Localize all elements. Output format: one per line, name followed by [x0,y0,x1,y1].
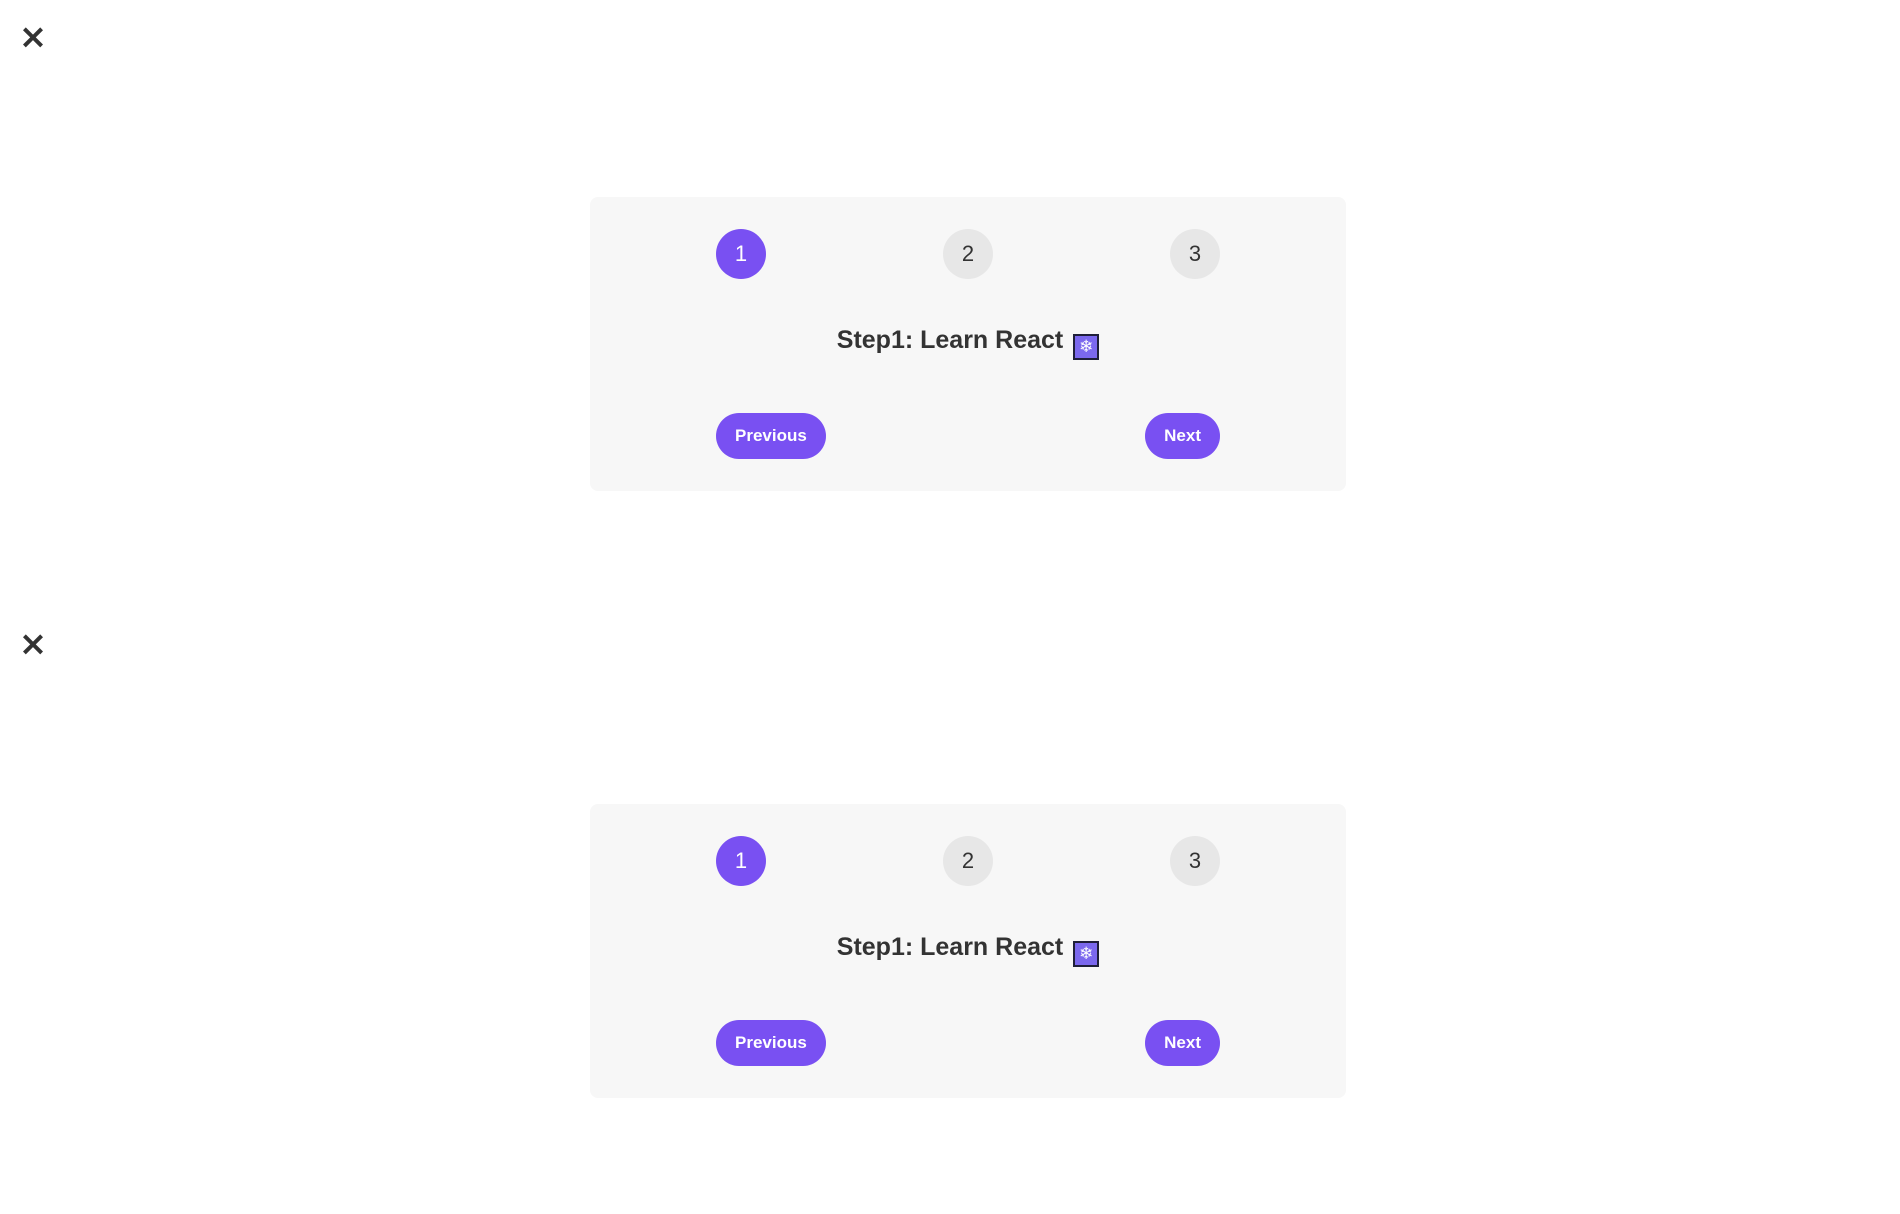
step-numbers: 1 2 3 [716,229,1220,279]
step-number-1[interactable]: 1 [716,836,766,886]
close-icon[interactable]: × [18,627,48,661]
step-number-2[interactable]: 2 [943,836,993,886]
next-button[interactable]: Next [1145,1020,1220,1066]
steps-card: 1 2 3 Step1: Learn React ❄ Previous Next [590,197,1346,491]
steps-card: 1 2 3 Step1: Learn React ❄ Previous Next [590,804,1346,1098]
close-icon[interactable]: × [18,20,48,54]
step-message-text: Step1: Learn React [836,326,1064,354]
react-atom-icon: ❄ [1073,334,1100,360]
next-button[interactable]: Next [1145,413,1220,459]
step-buttons: Previous Next [716,1020,1220,1066]
steps-section-1: × 1 2 3 Step1: Learn React ❄ Previous Nex… [0,0,1900,607]
step-numbers: 1 2 3 [716,836,1220,886]
step-number-3[interactable]: 3 [1170,229,1220,279]
react-atom-icon: ❄ [1073,941,1100,967]
step-message: Step1: Learn React ❄ [590,927,1346,967]
previous-button[interactable]: Previous [716,1020,826,1066]
previous-button[interactable]: Previous [716,413,826,459]
step-message-text: Step1: Learn React [836,933,1064,961]
step-message: Step1: Learn React ❄ [590,320,1346,360]
step-number-1[interactable]: 1 [716,229,766,279]
step-number-3[interactable]: 3 [1170,836,1220,886]
step-number-2[interactable]: 2 [943,229,993,279]
step-buttons: Previous Next [716,413,1220,459]
steps-section-2: × 1 2 3 Step1: Learn React ❄ Previous Nex… [0,607,1900,1214]
